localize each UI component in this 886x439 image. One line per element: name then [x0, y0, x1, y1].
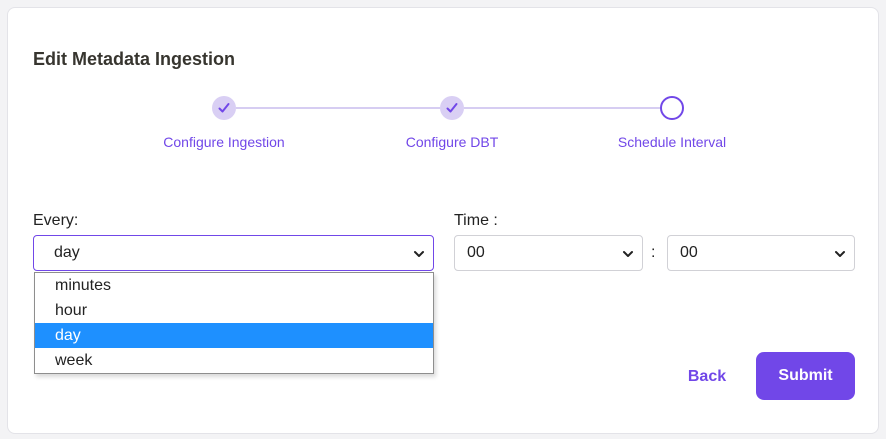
every-label: Every: — [33, 212, 79, 229]
step-label-schedule-interval: Schedule Interval — [617, 134, 727, 150]
step-label-configure-dbt: Configure DBT — [405, 134, 499, 150]
step-label-configure-ingestion: Configure Ingestion — [163, 134, 285, 150]
hour-select[interactable]: 00 — [454, 235, 643, 271]
ingestion-card: Edit Metadata Ingestion Configure Ingest… — [7, 7, 879, 434]
minute-select-value: 00 — [680, 244, 698, 261]
chevron-down-icon — [414, 251, 424, 257]
time-label: Time : — [454, 212, 498, 229]
time-separator: : — [651, 244, 656, 261]
step-3-indicator — [660, 96, 684, 120]
step-2-check-icon — [440, 96, 464, 120]
stepper-connector — [464, 107, 660, 109]
option-day[interactable]: day — [35, 323, 433, 348]
minute-select[interactable]: 00 — [667, 235, 855, 271]
option-minutes[interactable]: minutes — [35, 273, 433, 298]
stepper-connector — [236, 107, 440, 109]
chevron-down-icon — [835, 251, 845, 257]
every-select-value: day — [54, 244, 80, 261]
page-title: Edit Metadata Ingestion — [33, 49, 236, 69]
back-button[interactable]: Back — [677, 359, 737, 395]
option-week[interactable]: week — [35, 348, 433, 373]
every-select[interactable]: day — [33, 235, 434, 271]
every-dropdown-list: minutes hour day week — [34, 272, 434, 374]
option-hour[interactable]: hour — [35, 298, 433, 323]
hour-select-value: 00 — [467, 244, 485, 261]
step-1-check-icon — [212, 96, 236, 120]
chevron-down-icon — [623, 251, 633, 257]
submit-button[interactable]: Submit — [756, 352, 855, 400]
